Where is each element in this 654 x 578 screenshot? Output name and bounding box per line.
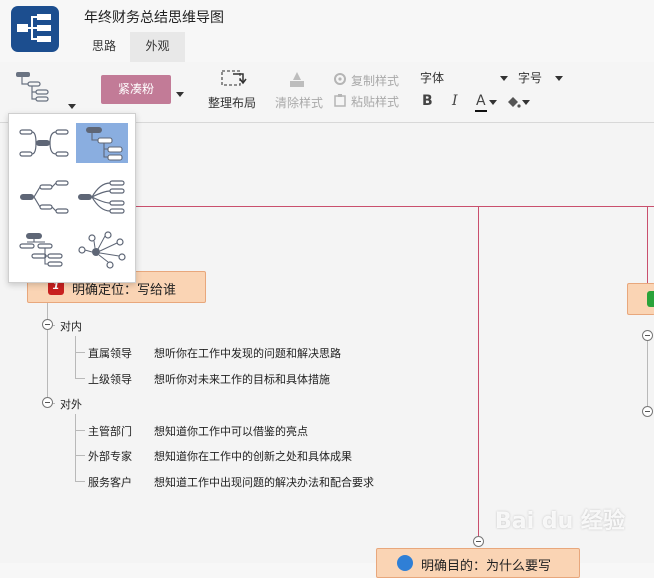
fill-color-button[interactable]	[505, 93, 531, 113]
bold-button[interactable]: B	[422, 93, 433, 109]
font-color-letter: A	[476, 93, 486, 109]
theme-dropdown-caret[interactable]	[176, 92, 184, 97]
topic-label: 明确目的：为什么要写	[421, 559, 552, 574]
collapse-toggle[interactable]	[642, 330, 653, 341]
paste-style-icon	[333, 93, 347, 107]
paint-bucket-icon	[508, 97, 521, 108]
copy-style-button[interactable]: 复制样式	[351, 72, 399, 89]
paste-style-button[interactable]: 粘贴样式	[351, 93, 399, 110]
group-node-internal[interactable]: 对内	[60, 318, 82, 334]
tab-appearance[interactable]: 外观	[130, 32, 185, 62]
group-node-external[interactable]: 对外	[60, 396, 82, 412]
layout-option-mindmap[interactable]	[18, 123, 70, 163]
topic-node-3[interactable]	[627, 283, 654, 315]
topic1-child-line	[47, 302, 48, 403]
role-node[interactable]: 直属领导	[88, 345, 132, 361]
layout-option-free[interactable]	[76, 230, 128, 270]
size-dropdown-caret	[555, 76, 563, 81]
layout-option-logic[interactable]	[18, 177, 70, 217]
clear-style-button[interactable]: 清除样式	[275, 94, 323, 111]
font-dropdown-caret	[500, 76, 508, 81]
group2-child-line	[75, 414, 76, 481]
priority-badge-2	[397, 555, 413, 571]
role-node[interactable]: 服务客户	[88, 474, 132, 490]
clear-style-icon	[286, 70, 308, 90]
desc-node[interactable]: 想知道你在工作中的创新之处和具体成果	[154, 448, 352, 464]
font-size-label: 字号	[518, 71, 543, 85]
arrange-layout-icon[interactable]	[219, 68, 249, 90]
collapse-toggle[interactable]	[42, 397, 53, 408]
layout-option-tree[interactable]	[18, 230, 70, 270]
font-size-select[interactable]: 字号	[516, 68, 566, 88]
collapse-toggle[interactable]	[473, 536, 484, 547]
desc-node[interactable]: 想知道工作中出现问题的解决办法和配合要求	[154, 474, 374, 490]
font-color-caret	[489, 100, 497, 105]
watermark: Bai du 经验	[495, 509, 625, 534]
layout-option-org-right[interactable]	[76, 123, 128, 163]
font-family-select[interactable]: 字体	[418, 68, 510, 88]
item-link	[75, 352, 85, 353]
collapse-toggle[interactable]	[642, 406, 653, 417]
layout-free-icon	[78, 231, 126, 269]
layout-option-fishbone[interactable]	[76, 177, 128, 217]
layout-org-right-icon	[86, 127, 123, 161]
italic-button[interactable]: I	[452, 93, 458, 109]
item-link	[75, 481, 85, 482]
theme-select[interactable]: 紧凑粉	[101, 75, 171, 104]
mindmap-app-icon	[11, 6, 59, 52]
copy-style-icon	[333, 72, 347, 86]
layout-picker-button[interactable]	[14, 70, 58, 104]
item-link	[75, 430, 85, 431]
desc-node[interactable]: 想知道你工作中可以借鉴的亮点	[154, 423, 308, 439]
layout-fishbone-icon	[78, 180, 125, 214]
layout-structure-icon	[16, 72, 49, 102]
role-node[interactable]: 外部专家	[88, 448, 132, 464]
desc-node[interactable]: 想听你在工作中发现的问题和解决思路	[154, 345, 341, 361]
layout-logic-icon	[20, 180, 69, 214]
font-color-button[interactable]: A	[474, 93, 500, 113]
role-node[interactable]: 主管部门	[88, 423, 132, 439]
layout-dropdown-caret[interactable]	[68, 104, 76, 109]
tab-outline[interactable]: 思路	[80, 32, 128, 62]
document-title: 年终财务总结思维导图	[84, 10, 224, 26]
topic3-child-line	[647, 340, 648, 410]
topic-node-2[interactable]: 明确目的：为什么要写	[376, 548, 580, 578]
font-color-swatch	[475, 110, 487, 112]
role-node[interactable]: 上级领导	[88, 371, 132, 387]
layout-mindmap-icon	[19, 129, 69, 157]
collapse-toggle[interactable]	[42, 319, 53, 330]
topic2-connector	[478, 206, 479, 536]
layout-options-popup	[8, 113, 136, 283]
priority-badge-3	[647, 291, 654, 307]
group1-child-line	[75, 336, 76, 378]
item-link	[75, 378, 85, 379]
layout-tree-icon	[19, 233, 63, 267]
topic3-connector	[647, 206, 648, 284]
arrange-layout-button[interactable]: 整理布局	[208, 94, 256, 111]
font-family-label: 字体	[420, 71, 445, 85]
fill-color-caret	[522, 100, 530, 105]
item-link	[75, 455, 85, 456]
desc-node[interactable]: 想听你对未来工作的目标和具体措施	[154, 371, 330, 387]
